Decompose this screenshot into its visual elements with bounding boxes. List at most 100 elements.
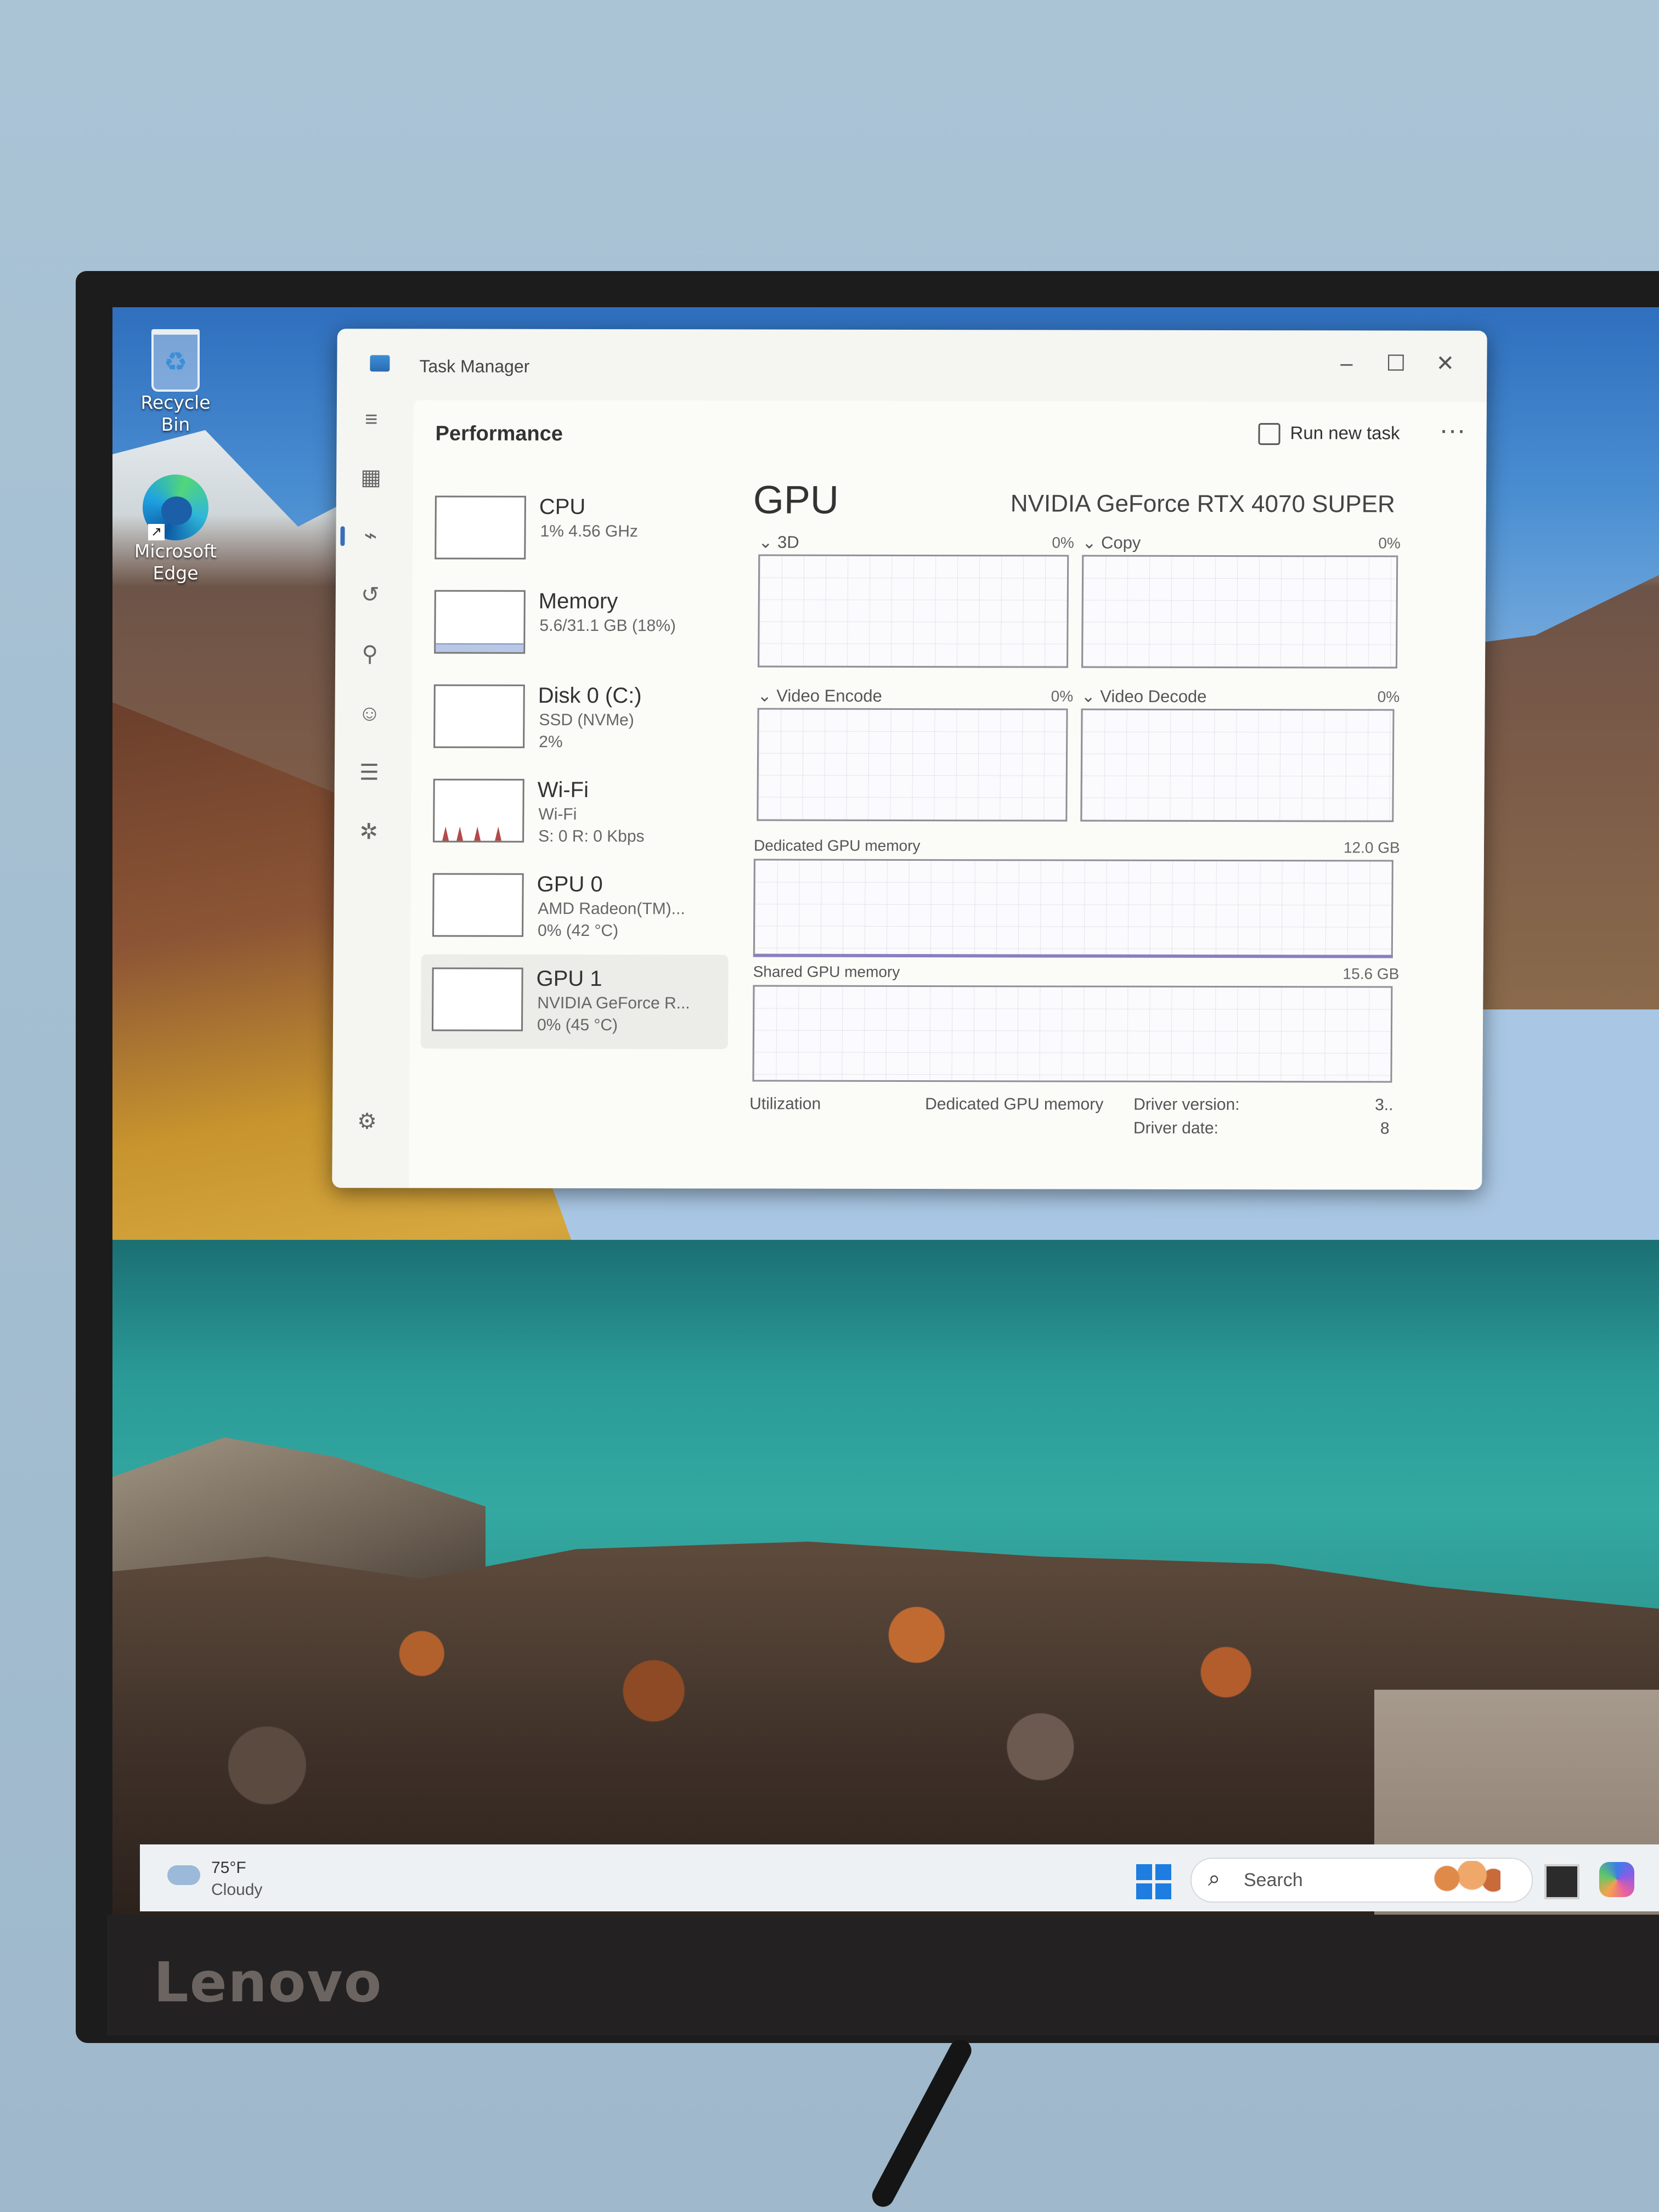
windows-logo-icon bbox=[1136, 1883, 1152, 1899]
resource-item-gpu1[interactable]: GPU 1 NVIDIA GeForce R... 0% (45 °C) bbox=[420, 954, 729, 1049]
resource-item-cpu[interactable]: CPU 1% 4.56 GHz bbox=[424, 482, 731, 577]
start-button[interactable] bbox=[1136, 1864, 1171, 1899]
details-icon[interactable]: ☰ bbox=[350, 753, 388, 792]
shared-memory-max: 15.6 GB bbox=[1342, 965, 1400, 983]
driver-date-label: Driver date: bbox=[1133, 1119, 1219, 1137]
taskbar: 75°F Cloudy ⌕ Search bbox=[140, 1844, 1659, 1911]
resource-item-memory[interactable]: Memory 5.6/31.1 GB (18%) bbox=[423, 577, 731, 672]
utilization-label: Utilization bbox=[749, 1094, 821, 1113]
driver-version-value: 3.. bbox=[1375, 1096, 1393, 1114]
engine-percent: 0% bbox=[1051, 687, 1074, 705]
close-button[interactable]: ✕ bbox=[1423, 344, 1467, 383]
windows-logo-icon bbox=[1155, 1864, 1171, 1880]
resource-item-gpu0[interactable]: GPU 0 AMD Radeon(TM)... 0% (42 °C) bbox=[421, 860, 729, 955]
people-highlight-icon[interactable] bbox=[1429, 1861, 1500, 1896]
engine-graph-3d bbox=[758, 554, 1069, 668]
engine-graph-video-decode bbox=[1080, 708, 1395, 822]
engine-selector-video-decode[interactable]: ⌄ Video Decode bbox=[1081, 687, 1207, 707]
resource-name: GPU 1 bbox=[536, 966, 602, 991]
resource-list: CPU 1% 4.56 GHz Memory 5.6/31.1 GB (18%)… bbox=[420, 482, 731, 1049]
network-spike bbox=[442, 826, 449, 841]
copilot-icon[interactable] bbox=[1599, 1862, 1634, 1897]
nav-rail: ≡ ▦ ⌁ ↺ ⚲ ☺ ☰ ✲ ⚙ bbox=[332, 400, 408, 1188]
resource-name: GPU 0 bbox=[537, 872, 603, 897]
memory-usage-fill bbox=[436, 643, 524, 652]
resource-detail: AMD Radeon(TM)... bbox=[538, 899, 685, 918]
engine-graph-video-encode bbox=[757, 708, 1068, 822]
shared-memory-graph bbox=[752, 985, 1393, 1083]
resource-item-wifi[interactable]: Wi-Fi Wi-Fi S: 0 R: 0 Kbps bbox=[422, 765, 730, 860]
resource-detail: 5.6/31.1 GB (18%) bbox=[539, 616, 676, 635]
engine-label: Copy bbox=[1101, 533, 1141, 552]
run-new-task-button[interactable]: Run new task bbox=[1258, 422, 1400, 445]
users-icon[interactable]: ☺ bbox=[350, 694, 388, 732]
shortcut-arrow-icon: ↗ bbox=[148, 524, 165, 540]
maximize-button[interactable]: ☐ bbox=[1374, 343, 1418, 383]
network-spike bbox=[456, 826, 464, 841]
gpu-model-name: NVIDIA GeForce RTX 4070 SUPER bbox=[1010, 490, 1395, 518]
mini-graph bbox=[434, 590, 526, 654]
mini-graph bbox=[432, 873, 524, 937]
run-task-icon bbox=[1258, 423, 1280, 445]
engine-label: 3D bbox=[777, 532, 799, 552]
weather-temperature: 75°F bbox=[211, 1859, 246, 1877]
resource-name: Wi-Fi bbox=[537, 777, 589, 802]
desktop-icon-recycle-bin[interactable]: ♻ Recycle Bin bbox=[123, 329, 228, 436]
startup-icon[interactable]: ⚲ bbox=[351, 635, 389, 673]
gpu-detail: GPU NVIDIA GeForce RTX 4070 SUPER ⌄ 3D 0… bbox=[749, 477, 1412, 1137]
app-history-icon[interactable]: ↺ bbox=[351, 575, 390, 614]
engine-selector-video-encode[interactable]: ⌄ Video Encode bbox=[758, 686, 882, 706]
edge-icon: ↗ bbox=[143, 475, 208, 540]
window-title: Task Manager bbox=[419, 356, 530, 376]
mini-graph bbox=[433, 778, 524, 843]
page-title: Performance bbox=[435, 422, 563, 445]
dedicated-memory-graph bbox=[753, 859, 1393, 958]
resource-detail: SSD (NVMe) bbox=[539, 710, 634, 730]
menu-icon[interactable]: ≡ bbox=[352, 400, 391, 438]
services-icon[interactable]: ✲ bbox=[349, 812, 388, 851]
title-bar[interactable]: Task Manager – ☐ ✕ bbox=[337, 329, 1487, 397]
task-manager-window: Task Manager – ☐ ✕ ≡ ▦ ⌁ ↺ ⚲ ☺ ☰ ✲ ⚙ Per… bbox=[332, 329, 1487, 1190]
resource-detail: NVIDIA GeForce R... bbox=[537, 994, 690, 1013]
desktop-icon-label: Recycle Bin bbox=[140, 392, 211, 435]
network-spike bbox=[474, 826, 481, 841]
monitor-brand-logo: Lenovo bbox=[154, 1950, 383, 2015]
engine-selector-3d[interactable]: ⌄ 3D bbox=[758, 533, 799, 552]
recycle-bin-icon: ♻ bbox=[151, 329, 200, 392]
performance-icon[interactable]: ⌁ bbox=[351, 516, 390, 555]
weather-condition: Cloudy bbox=[211, 1881, 263, 1899]
detail-title: GPU bbox=[753, 478, 839, 522]
resource-name: CPU bbox=[539, 494, 586, 519]
dedicated-stat-label: Dedicated GPU memory bbox=[925, 1095, 1104, 1114]
mini-graph bbox=[435, 495, 526, 560]
engine-percent: 0% bbox=[1378, 534, 1401, 552]
network-spike bbox=[495, 826, 502, 841]
minimize-button[interactable]: – bbox=[1324, 343, 1368, 383]
task-view-icon[interactable] bbox=[1544, 1864, 1579, 1899]
more-options-button[interactable]: ··· bbox=[1439, 415, 1465, 445]
engine-selector-copy[interactable]: ⌄ Copy bbox=[1082, 533, 1141, 553]
resource-detail: 1% 4.56 GHz bbox=[540, 522, 639, 541]
dedicated-memory-max: 12.0 GB bbox=[1343, 839, 1400, 856]
resource-item-disk[interactable]: Disk 0 (C:) SSD (NVMe) 2% bbox=[422, 671, 730, 766]
monitor-cable bbox=[868, 2035, 975, 2211]
mini-graph bbox=[433, 684, 525, 748]
engine-graph-copy bbox=[1081, 555, 1398, 669]
engine-percent: 0% bbox=[1377, 688, 1400, 706]
desktop-icon-edge[interactable]: ↗ Microsoft Edge bbox=[123, 475, 228, 584]
shared-memory-label: Shared GPU memory bbox=[753, 963, 900, 980]
resource-usage: 2% bbox=[539, 732, 563, 751]
settings-icon[interactable]: ⚙ bbox=[348, 1102, 386, 1141]
resource-name: Memory bbox=[538, 589, 618, 614]
engine-label: Video Decode bbox=[1100, 686, 1207, 706]
driver-version-label: Driver version: bbox=[1133, 1095, 1240, 1114]
search-icon: ⌕ bbox=[1208, 1866, 1221, 1891]
desktop-icon-label: Edge bbox=[153, 562, 199, 584]
dedicated-memory-label: Dedicated GPU memory bbox=[753, 837, 921, 855]
driver-date-value: 8 bbox=[1380, 1119, 1390, 1138]
desktop-icon-label: Microsoft bbox=[134, 540, 217, 562]
engine-percent: 0% bbox=[1052, 534, 1074, 551]
processes-icon[interactable]: ▦ bbox=[352, 458, 390, 496]
resource-detail: Wi-Fi bbox=[538, 805, 577, 823]
windows-logo-icon bbox=[1155, 1883, 1171, 1899]
